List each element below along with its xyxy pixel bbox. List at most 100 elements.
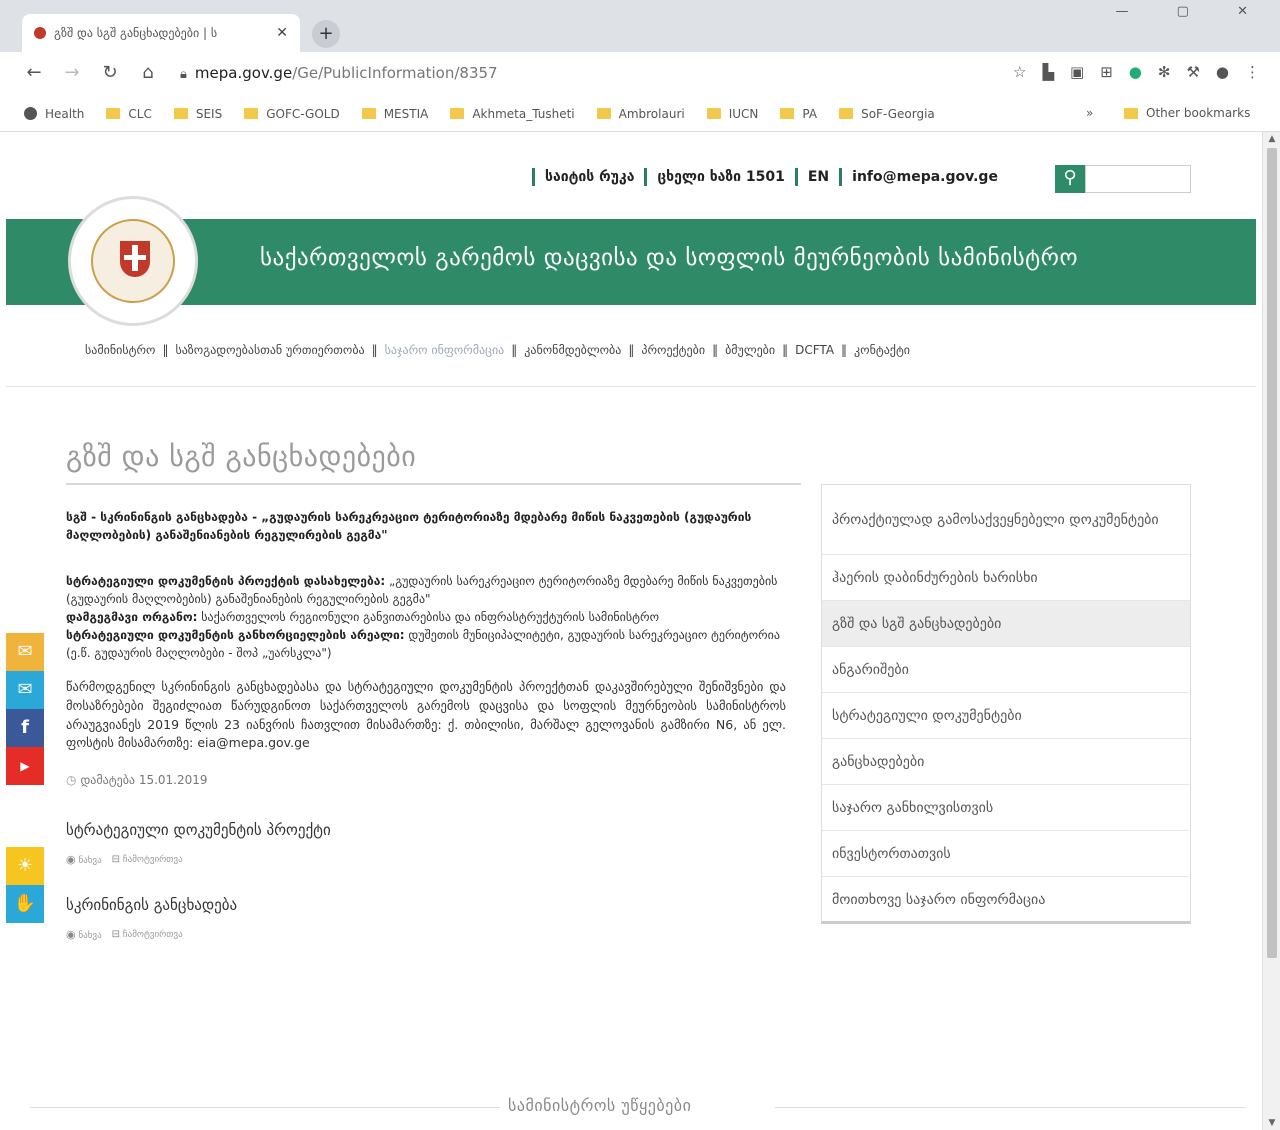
sidebar-item-public-discussion[interactable]: საჯარო განხილვისთვის [822, 785, 1190, 831]
folder-icon [361, 108, 376, 119]
search-input[interactable] [1085, 165, 1191, 193]
extension-icon[interactable]: ● [1129, 63, 1142, 81]
bookmark-star-icon[interactable]: ☆ [1013, 63, 1026, 81]
language-en-link[interactable]: EN [808, 169, 829, 185]
extension-icon[interactable]: ▙ [1042, 63, 1054, 81]
nav-item-dcfta[interactable]: DCFTA [790, 343, 839, 357]
eye-icon: ◉ [66, 852, 76, 866]
download-link[interactable]: ⊟ ჩამოტვირთვა [112, 852, 183, 868]
bookmark-item[interactable]: SEIS [173, 107, 222, 121]
hotline-link[interactable]: ცხელი ხაზი 1501 [657, 169, 784, 185]
seal-inner [91, 219, 175, 303]
nav-item-legislation[interactable]: კანონმდებლობა [519, 343, 626, 357]
accessibility-icon[interactable]: ✋ [6, 885, 44, 923]
sidebar-item-air-quality[interactable]: ჰაერის დაბინძურების ხარისხი [822, 555, 1190, 601]
bookmark-item[interactable]: CLC [106, 107, 152, 121]
public-info-sidebar: პროაქტიულად გამოსაქვეყნებელი დოკუმენტები… [821, 484, 1191, 924]
back-arrow-icon[interactable]: ← [22, 62, 46, 83]
nav-item-projects[interactable]: პროექტები [636, 343, 710, 357]
browser-tab[interactable]: გზშ და სგშ განცხადებები | ს ✕ [22, 14, 300, 52]
vertical-scrollbar[interactable]: ▲ ▼ [1262, 132, 1280, 1130]
facebook-icon[interactable]: f [6, 709, 44, 747]
sidebar-item-investors[interactable]: ინვესტორთათვის [822, 831, 1190, 877]
document-link[interactable]: სკრინინგის განცხადება [66, 894, 786, 917]
bookmark-item[interactable]: GOFC-GOLD [244, 107, 340, 121]
coat-of-arms-icon [120, 241, 150, 277]
search-button[interactable]: ⚲ [1055, 165, 1085, 193]
window-controls[interactable]: — ▢ ✕ [1116, 4, 1270, 19]
sun-icon[interactable]: ☀ [6, 847, 44, 885]
nav-item-ministry[interactable]: სამინისტრო [80, 343, 160, 357]
chat-icon[interactable]: ✉ [6, 633, 44, 671]
sitemap-link[interactable]: საიტის რუკა [545, 169, 634, 185]
divider [839, 168, 843, 186]
scroll-thumb[interactable] [1267, 148, 1277, 958]
extension-icon[interactable]: ⊞ [1100, 63, 1113, 81]
close-tab-icon[interactable]: ✕ [276, 25, 288, 41]
globe-icon [24, 107, 37, 120]
reload-icon[interactable]: ↻ [98, 62, 122, 83]
extension-icons: ☆ ▙ ▣ ⊞ ● ✻ ⚒ ● ⋮ [1013, 63, 1260, 81]
document-name-paragraph: სტრატეგიული დოკუმენტის პროექტის დასახელე… [66, 574, 778, 606]
bookmark-item[interactable]: MESTIA [361, 107, 428, 121]
forward-arrow-icon[interactable]: → [60, 62, 84, 83]
other-bookmarks[interactable]: Other bookmarks [1124, 106, 1250, 120]
sidebar-item-eia-sea[interactable]: გზშ და სგშ განცხადებები [822, 601, 1190, 647]
nav-item-contact[interactable]: კონტაქტი [849, 343, 915, 357]
divider [775, 1107, 1245, 1108]
divider [644, 168, 648, 186]
download-icon: ⊟ [111, 854, 121, 865]
extension-icon[interactable]: ▣ [1070, 63, 1084, 81]
social-float-bar: ✉ ✉ f ▶ ☀ ✋ [6, 633, 44, 923]
announcement-lead: სგშ - სკრინინგის განცხადება - „გუდაურის … [66, 510, 752, 542]
bookmarks-overflow-button[interactable]: » [1086, 106, 1093, 120]
lock-icon: 🔒︎ [180, 67, 187, 82]
new-tab-button[interactable]: + [312, 20, 340, 48]
browser-tabbar: გზშ და სგშ განცხადებები | ს ✕ + — ▢ ✕ [0, 0, 1280, 52]
extension-icon[interactable]: ✻ [1158, 63, 1171, 81]
announcement-content: სგშ - სკრინინგის განცხადება - „გუდაურის … [66, 508, 786, 943]
folder-icon [596, 108, 611, 119]
browser-toolbar: ← → ↻ ⌂ 🔒︎ mepa.gov.ge/Ge/PublicInformati… [0, 52, 1280, 96]
main-navigation: სამინისტრო ‖ საზოგადოებასთან ურთიერთობა ‖ … [80, 343, 915, 357]
sidebar-item-request-info[interactable]: მოითხოვე საჯარო ინფორმაცია [822, 877, 1190, 923]
download-link[interactable]: ⊟ ჩამოტვირთვა [112, 927, 183, 943]
menu-kebab-icon[interactable]: ⋮ [1245, 63, 1260, 81]
download-icon: ⊟ [111, 929, 121, 940]
mail-icon[interactable]: ✉ [6, 671, 44, 709]
announcement-body: წარმოდგენილ სკრინინგის განცხადებასა და ს… [66, 679, 786, 751]
url-path: /Ge/PublicInformation/8357 [292, 64, 498, 82]
view-link[interactable]: ◉ ნახვა [66, 852, 102, 869]
bookmark-item[interactable]: Health [24, 107, 84, 121]
sidebar-item-announcements[interactable]: განცხადებები [822, 739, 1190, 785]
nav-item-public-information[interactable]: საჯარო ინფორმაცია [380, 343, 510, 357]
nav-item-links[interactable]: ბმულები [720, 343, 780, 357]
nav-item-public-relations[interactable]: საზოგადოებასთან ურთიერთობა [170, 343, 369, 357]
email-link[interactable]: info@mepa.gov.ge [852, 169, 998, 185]
sidebar-item-proactive-docs[interactable]: პროაქტიულად გამოსაქვეყნებელი დოკუმენტები [822, 485, 1190, 555]
divider [532, 168, 535, 186]
sidebar-item-strategic-docs[interactable]: სტრატეგიული დოკუმენტები [822, 693, 1190, 739]
ministry-title: საქართველოს გარემოს დაცვისა და სოფლის მე… [260, 245, 1079, 271]
url-host: mepa.gov.ge [194, 64, 293, 82]
footer-agencies-title: სამინისტროს უწყებები [508, 1096, 692, 1115]
profile-avatar-icon[interactable]: ● [1216, 63, 1229, 81]
bookmark-item[interactable]: Akhmeta_Tusheti [450, 107, 575, 121]
ministry-seal-logo[interactable] [68, 196, 198, 326]
scroll-up-arrow-icon[interactable]: ▲ [1263, 134, 1280, 144]
bookmark-item[interactable]: IUCN [706, 107, 758, 121]
document-link[interactable]: სტრატეგიული დოკუმენტის პროექტი [66, 819, 786, 842]
extension-icon[interactable]: ⚒ [1186, 63, 1199, 81]
scroll-down-arrow-icon[interactable]: ▼ [1263, 1118, 1280, 1128]
divider [6, 386, 1256, 387]
home-icon[interactable]: ⌂ [136, 62, 160, 83]
divider [30, 1107, 500, 1108]
top-links: საიტის რუკა ცხელი ხაზი 1501 EN info@mepa… [522, 168, 998, 186]
bookmark-item[interactable]: Ambrolauri [596, 107, 685, 121]
view-link[interactable]: ◉ ნახვა [66, 927, 102, 944]
address-bar[interactable]: 🔒︎ mepa.gov.ge/Ge/PublicInformation/8357 [180, 64, 498, 82]
bookmark-item[interactable]: SoF-Georgia [839, 107, 935, 121]
bookmark-item[interactable]: PA [780, 107, 817, 121]
youtube-icon[interactable]: ▶ [6, 747, 44, 785]
sidebar-item-reports[interactable]: ანგარიშები [822, 647, 1190, 693]
